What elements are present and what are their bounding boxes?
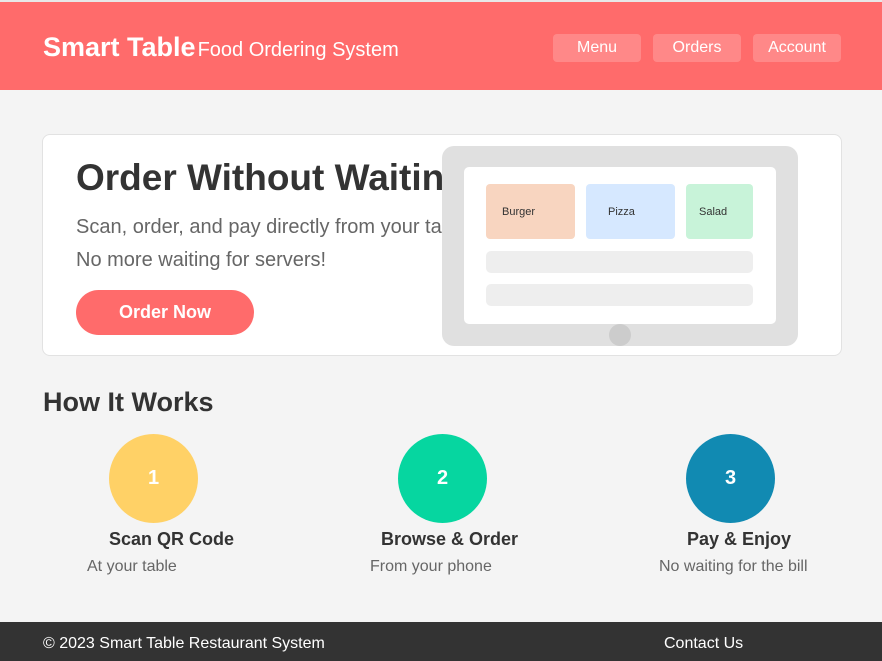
nav-menu-button[interactable]: Menu bbox=[553, 34, 641, 62]
menu-tile-label: Burger bbox=[502, 206, 536, 218]
step-1-circle: 1 bbox=[109, 434, 198, 523]
brand-name: Smart Table bbox=[43, 32, 196, 62]
brand-subtitle: Food Ordering System bbox=[197, 39, 399, 61]
step-3-circle: 3 bbox=[686, 434, 775, 523]
menu-tile-label: Salad bbox=[699, 206, 728, 218]
brand[interactable]: Smart Table Food Ordering System bbox=[43, 32, 399, 63]
nav-account-button[interactable]: Account bbox=[753, 34, 841, 62]
menu-tile-salad: Salad bbox=[686, 184, 753, 239]
placeholder-bar bbox=[486, 284, 753, 306]
step-3-description: No waiting for the bill bbox=[659, 558, 808, 575]
menu-tile-pizza: Pizza bbox=[586, 184, 675, 239]
order-now-button[interactable]: Order Now bbox=[76, 290, 254, 335]
hero-card: Order Without Waiting Scan, order, and p… bbox=[42, 134, 842, 356]
hero-tagline: No more waiting for servers! bbox=[76, 249, 327, 271]
menu-tile-burger: Burger bbox=[486, 184, 575, 239]
placeholder-bar bbox=[486, 251, 753, 273]
hero-title: Order Without Waiting bbox=[76, 157, 467, 198]
hero-description: Scan, order, and pay directly from your … bbox=[76, 216, 469, 238]
menu-tile-label: Pizza bbox=[608, 206, 635, 218]
site-footer: © 2023 Smart Table Restaurant System Con… bbox=[0, 622, 882, 661]
contact-us-link[interactable]: Contact Us bbox=[664, 635, 743, 653]
step-2-title: Browse & Order bbox=[381, 529, 519, 549]
copyright-text: © 2023 Smart Table Restaurant System bbox=[43, 635, 325, 652]
step-2-description: From your phone bbox=[370, 558, 492, 575]
step-1-description: At your table bbox=[87, 558, 177, 575]
how-it-works-title: How It Works bbox=[43, 387, 214, 417]
tablet-home-button bbox=[609, 324, 631, 346]
tablet-screen: Burger Pizza Salad bbox=[464, 167, 776, 324]
tablet-illustration: Burger Pizza Salad bbox=[442, 146, 798, 346]
step-3-title: Pay & Enjoy bbox=[687, 529, 792, 549]
step-2-circle: 2 bbox=[398, 434, 487, 523]
step-1-title: Scan QR Code bbox=[109, 529, 235, 549]
nav-orders-button[interactable]: Orders bbox=[653, 34, 741, 62]
site-header: Smart Table Food Ordering System Menu Ord… bbox=[0, 0, 882, 90]
